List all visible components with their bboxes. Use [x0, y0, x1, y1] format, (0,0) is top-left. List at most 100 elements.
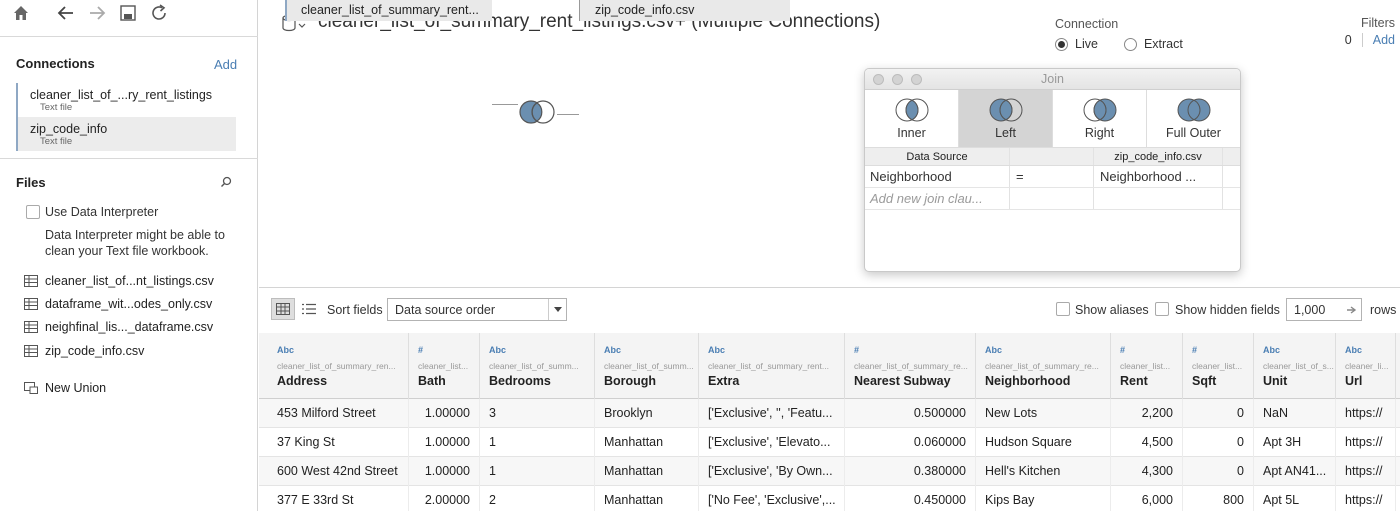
connection-item[interactable]: zip_code_info Text file [16, 117, 236, 151]
table-cell[interactable]: Manhattan [595, 486, 699, 511]
table-cell[interactable]: Hudson Square [976, 428, 1111, 457]
new-join-clause-row[interactable]: Add new join clau... [865, 188, 1240, 210]
field-type-icon[interactable]: # [418, 345, 479, 357]
column-header[interactable]: # cleaner_list... Bath [409, 333, 480, 399]
table-cell[interactable]: Kips Bay [976, 486, 1111, 511]
table-cell[interactable]: 377 E 33rd St [268, 486, 409, 511]
column-header[interactable]: # cleaner_list... Sqft [1183, 333, 1254, 399]
live-radio[interactable]: Live [1055, 37, 1098, 51]
search-icon[interactable] [219, 175, 233, 189]
table-cell[interactable]: 600 West 42nd Street [268, 457, 409, 486]
table-cell[interactable]: 37 King St [268, 428, 409, 457]
table-cell[interactable]: ['No Fee', 'Exclusive',... [699, 486, 845, 511]
connection-item[interactable]: cleaner_list_of_...ry_rent_listings Text… [16, 83, 236, 117]
table-cell[interactable]: 1.00000 [409, 457, 480, 486]
table-cell[interactable]: 2 [480, 486, 595, 511]
table-cell[interactable]: https:// [1336, 399, 1396, 428]
join-venn-icon[interactable] [517, 100, 557, 130]
refresh-icon[interactable] [148, 2, 170, 24]
field-type-icon[interactable]: Abc [1345, 345, 1395, 357]
column-header[interactable]: Abc cleaner_list_of_summary_re... Neighbor… [976, 333, 1111, 399]
column-header[interactable]: Abc cleaner_list_of_s... Unit [1254, 333, 1336, 399]
forward-icon[interactable] [86, 2, 108, 24]
table-cell[interactable]: 2.00000 [409, 486, 480, 511]
table-cell[interactable]: 0 [1183, 399, 1254, 428]
table-cell[interactable]: 4,500 [1111, 428, 1183, 457]
table-cell[interactable]: https:// [1336, 457, 1396, 486]
rows-input[interactable]: 1,000 [1286, 298, 1362, 321]
list-view-button[interactable] [297, 298, 321, 320]
save-icon[interactable] [117, 2, 139, 24]
join-left-button[interactable]: Left [959, 90, 1053, 147]
field-type-icon[interactable]: Abc [604, 345, 698, 357]
table-cell[interactable]: 1 [480, 428, 595, 457]
home-icon[interactable] [10, 2, 32, 24]
table-cell[interactable]: https:// [1336, 486, 1396, 511]
file-item[interactable]: cleaner_list_of...nt_listings.csv [24, 271, 214, 291]
add-filter-link[interactable]: Add [1373, 33, 1395, 47]
field-type-icon[interactable]: Abc [1263, 345, 1335, 357]
join-clause-row[interactable]: Neighborhood = Neighborhood ... [865, 166, 1240, 188]
table-cell[interactable]: 6,000 [1111, 486, 1183, 511]
column-header[interactable]: Abc cleaner_list_of_summ... Borough [595, 333, 699, 399]
table-cell[interactable]: https:// [1336, 428, 1396, 457]
table-cell[interactable]: 0.500000 [845, 399, 976, 428]
table-cell[interactable]: New Lots [976, 399, 1111, 428]
field-type-icon[interactable]: Abc [277, 345, 408, 357]
sort-fields-select[interactable]: Data source order [387, 298, 567, 321]
field-type-icon[interactable]: # [854, 345, 975, 357]
join-full-outer-button[interactable]: Full Outer [1147, 90, 1240, 147]
table-cell[interactable]: Manhattan [595, 457, 699, 486]
table-cell[interactable]: 0.380000 [845, 457, 976, 486]
field-type-icon[interactable]: # [1120, 345, 1182, 357]
show-aliases-checkbox[interactable] [1056, 302, 1070, 316]
table-cell[interactable]: NaN [1254, 399, 1336, 428]
new-union-item[interactable]: New Union [24, 378, 106, 398]
table-cell[interactable]: 453 Milford Street [268, 399, 409, 428]
column-header[interactable]: Abc cleaner_li... Url [1336, 333, 1396, 399]
extract-radio[interactable]: Extract [1123, 37, 1183, 51]
back-icon[interactable] [55, 2, 77, 24]
right-table-pill[interactable]: zip_code_info.csv [579, 0, 790, 21]
table-cell[interactable]: 1.00000 [409, 399, 480, 428]
show-hidden-checkbox[interactable] [1155, 302, 1169, 316]
table-cell[interactable]: 4,300 [1111, 457, 1183, 486]
table-cell[interactable]: ['Exclusive', '', 'Featu... [699, 399, 845, 428]
file-item[interactable]: dataframe_wit...odes_only.csv [24, 294, 212, 314]
left-table-pill[interactable]: cleaner_list_of_summary_rent... [285, 0, 492, 21]
file-item[interactable]: zip_code_info.csv [24, 341, 144, 361]
join-inner-button[interactable]: Inner [865, 90, 959, 147]
field-type-icon[interactable]: Abc [489, 345, 594, 357]
table-cell[interactable]: 1 [480, 457, 595, 486]
table-cell[interactable]: 0 [1183, 457, 1254, 486]
table-cell[interactable]: Brooklyn [595, 399, 699, 428]
table-cell[interactable]: 0 [1183, 428, 1254, 457]
use-interpreter-checkbox[interactable] [26, 205, 40, 219]
field-type-icon[interactable]: # [1192, 345, 1253, 357]
table-cell[interactable]: 3 [480, 399, 595, 428]
grid-view-button[interactable] [271, 298, 295, 320]
column-header[interactable]: Abc cleaner_list_of_summary_ren... Address [268, 333, 409, 399]
table-cell[interactable]: Apt AN41... [1254, 457, 1336, 486]
column-header[interactable]: # cleaner_list_of_summary_re... Nearest Su… [845, 333, 976, 399]
column-header[interactable]: Abc cleaner_list_of_summary_rent... Extra [699, 333, 845, 399]
table-cell[interactable]: Apt 5L [1254, 486, 1336, 511]
table-cell[interactable]: 800 [1183, 486, 1254, 511]
table-cell[interactable]: Apt 3H [1254, 428, 1336, 457]
table-cell[interactable]: Manhattan [595, 428, 699, 457]
file-item[interactable]: neighfinal_lis..._dataframe.csv [24, 317, 213, 337]
field-type-icon[interactable]: Abc [985, 345, 1110, 357]
add-connection-link[interactable]: Add [214, 57, 237, 72]
table-cell[interactable]: 0.450000 [845, 486, 976, 511]
field-type-icon[interactable]: Abc [708, 345, 844, 357]
arrow-right-icon[interactable] [1343, 299, 1361, 320]
column-header[interactable]: # cleaner_list... Rent [1111, 333, 1183, 399]
table-cell[interactable]: ['Exclusive', 'Elevato... [699, 428, 845, 457]
table-cell[interactable]: ['Exclusive', 'By Own... [699, 457, 845, 486]
table-cell[interactable]: 2,200 [1111, 399, 1183, 428]
table-cell[interactable]: 1.00000 [409, 428, 480, 457]
table-cell[interactable]: Hell's Kitchen [976, 457, 1111, 486]
join-right-button[interactable]: Right [1053, 90, 1147, 147]
column-header[interactable]: Abc cleaner_list_of_summ... Bedrooms [480, 333, 595, 399]
table-cell[interactable]: 0.060000 [845, 428, 976, 457]
